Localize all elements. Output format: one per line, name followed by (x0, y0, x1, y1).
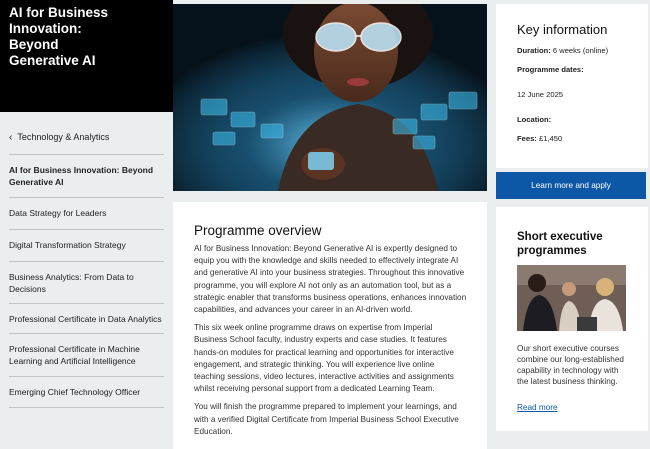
sidenav-item-label: Professional Certificate in Machine Lear… (9, 344, 140, 366)
hero-image-illustration (173, 4, 487, 191)
short-executive-programmes-card: Short executive programmes Our short exe… (496, 207, 648, 431)
key-information-card: Key information Duration: 6 weeks (onlin… (496, 4, 648, 168)
programme-title-line: Beyond (9, 37, 59, 52)
read-more-link[interactable]: Read more (517, 403, 558, 412)
duration-row: Duration: 6 weeks (online) (517, 46, 648, 55)
hero-image (173, 4, 487, 191)
learn-more-apply-button[interactable]: Learn more and apply (496, 172, 646, 199)
sidenav-item-label: Business Analytics: From Data to Decisio… (9, 272, 134, 294)
short-exec-heading: Short executive programmes (517, 231, 603, 257)
programme-dates-label: Programme dates: (517, 65, 584, 74)
overview-paragraph: AI for Business Innovation: Beyond Gener… (194, 244, 467, 315)
programme-dates-row: Programme dates: (517, 65, 648, 74)
short-exec-photo-illustration (517, 265, 626, 331)
side-navigation: ‹ Technology & Analytics AI for Business… (0, 112, 173, 449)
overview-paragraph: This six week online programme draws on … (194, 323, 454, 394)
fees-row: Fees: £1,450 (517, 134, 648, 143)
duration-value: 6 weeks (online) (552, 46, 609, 55)
back-link-label: Technology & Analytics (17, 132, 110, 142)
sidenav-item-pc-machine-learning[interactable]: Professional Certificate in Machine Lear… (9, 333, 164, 376)
sidenav-item-label: Professional Certificate in Data Analyti… (9, 314, 162, 324)
programme-title-box: AI for Business Innovation: Beyond Gener… (0, 0, 173, 112)
sidenav-item-emerging-cto[interactable]: Emerging Chief Technology Officer (9, 376, 164, 408)
sidenav-item-label: Data Strategy for Leaders (9, 208, 107, 218)
overview-heading: Programme overview (194, 223, 322, 238)
sidenav-item-label: Digital Transformation Strategy (9, 240, 126, 250)
programme-title-line: Innovation: (9, 21, 82, 36)
sidenav-item-digital-transformation[interactable]: Digital Transformation Strategy (9, 229, 164, 261)
back-link-technology-analytics[interactable]: ‹ Technology & Analytics (9, 130, 164, 144)
key-information-heading: Key information (517, 22, 608, 37)
sidenav-item-business-analytics[interactable]: Business Analytics: From Data to Decisio… (9, 261, 164, 303)
sidenav-item-data-strategy[interactable]: Data Strategy for Leaders (9, 197, 164, 229)
sidenav-item-label: AI for Business Innovation: Beyond Gener… (9, 165, 154, 187)
programme-title-line: Generative AI (9, 53, 96, 68)
sidenav-item-ai-business-innovation[interactable]: AI for Business Innovation: Beyond Gener… (9, 154, 164, 197)
duration-label: Duration: (517, 46, 551, 55)
short-exec-image (517, 265, 626, 331)
date-value: 12 June 2025 (517, 90, 564, 99)
short-exec-description: Our short executive courses combine our … (517, 344, 624, 386)
programme-title: AI for Business Innovation: Beyond Gener… (9, 5, 164, 69)
programme-date-value: 12 June 2025 (517, 90, 648, 99)
location-label: Location: (517, 115, 552, 124)
sidenav-item-pc-data-analytics[interactable]: Professional Certificate in Data Analyti… (9, 303, 164, 333)
fees-label: Fees: (517, 134, 537, 143)
overview-paragraph: You will finish the programme prepared t… (194, 402, 459, 436)
chevron-left-icon: ‹ (9, 131, 13, 143)
programme-title-line: AI for Business (9, 5, 109, 20)
sidenav-item-label: Emerging Chief Technology Officer (9, 387, 141, 397)
location-row: Location: (517, 115, 648, 124)
programme-overview: Programme overview AI for Business Innov… (173, 202, 487, 449)
fees-value: £1,450 (538, 134, 563, 143)
